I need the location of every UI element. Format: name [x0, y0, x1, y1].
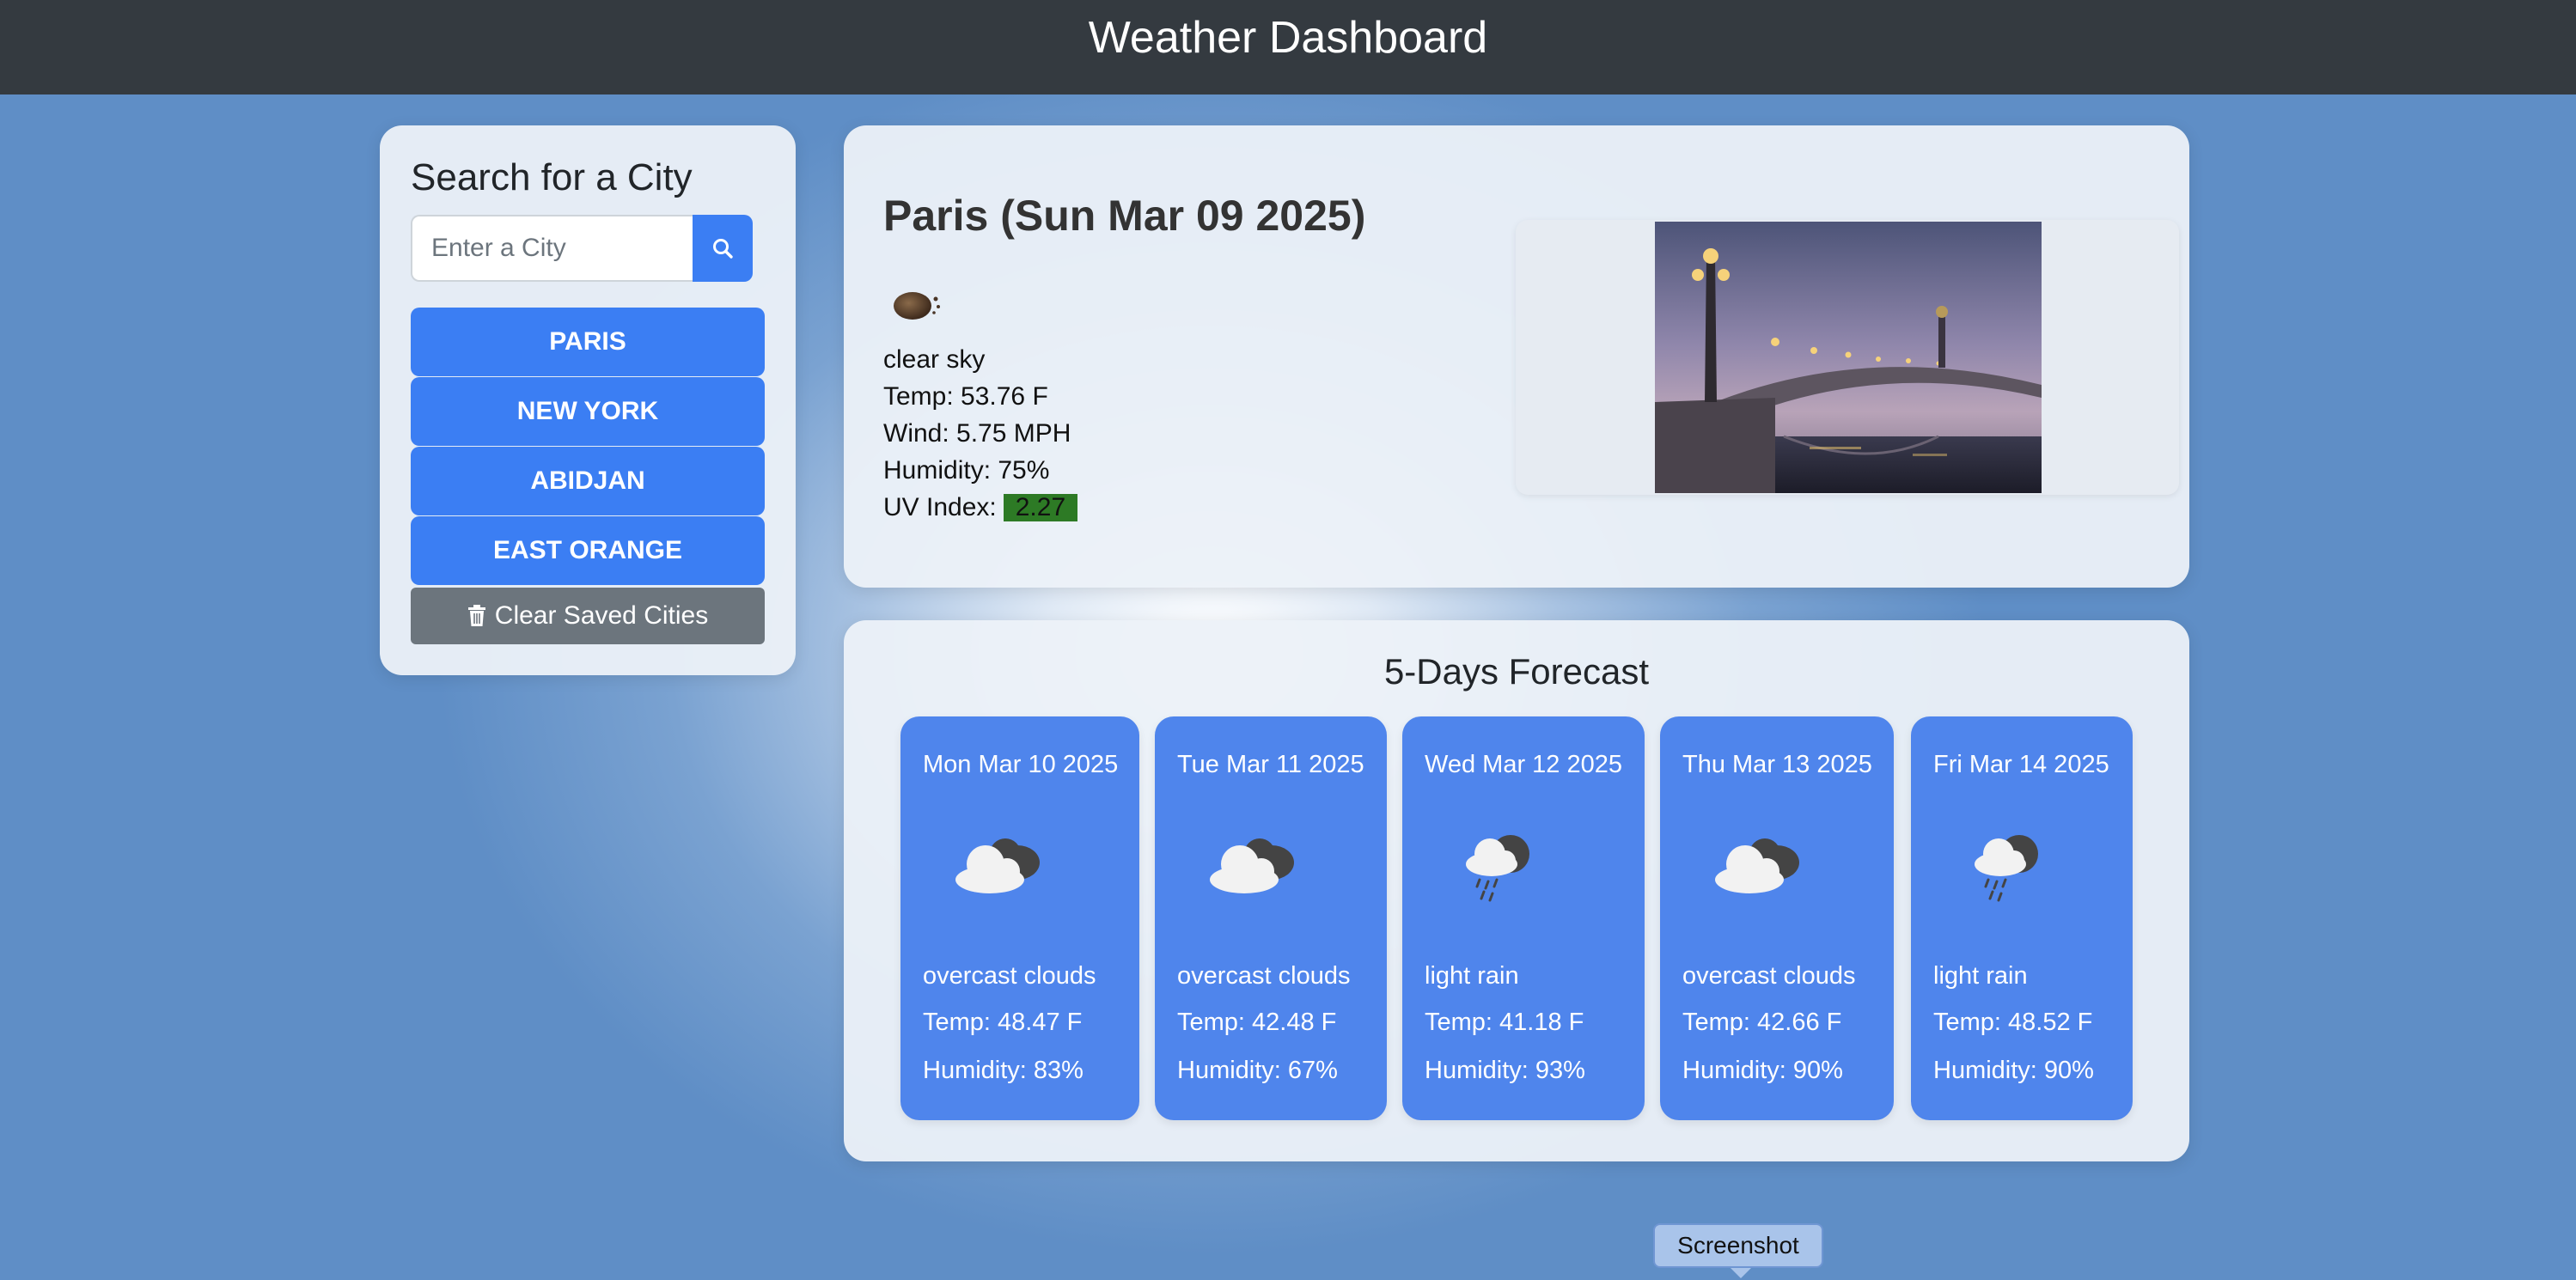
- light-rain-icon: [1975, 835, 2038, 902]
- forecast-temp: Temp: 48.52 F: [1933, 1009, 2093, 1036]
- forecast-humidity: Humidity: 67%: [1177, 1057, 1338, 1084]
- forecast-day-card: Mon Mar 10 2025 overcast clouds Temp: 48…: [900, 716, 1139, 1120]
- overcast-clouds-icon: [955, 838, 1040, 893]
- forecast-day-card: Wed Mar 12 2025 light rain Temp: 41.18 F…: [1402, 716, 1645, 1120]
- current-uv-row: UV Index: 2.27: [883, 493, 1078, 522]
- city-search-input[interactable]: [411, 215, 693, 282]
- uv-index-badge: 2.27: [1003, 494, 1078, 521]
- clear-saved-cities-label: Clear Saved Cities: [494, 601, 709, 630]
- forecast-description: light rain: [1425, 962, 1519, 990]
- forecast-heading: 5-Days Forecast: [1383, 651, 1650, 692]
- saved-city-button-paris[interactable]: PARIS: [411, 308, 765, 376]
- current-wind: Wind: 5.75 MPH: [883, 419, 1071, 448]
- forecast-day-card: Thu Mar 13 2025 overcast clouds Temp: 42…: [1660, 716, 1894, 1120]
- forecast-date: Thu Mar 13 2025: [1682, 751, 1872, 778]
- current-humidity: Humidity: 75%: [883, 456, 1050, 485]
- current-weather-panel: Paris (Sun Mar 09 2025) clear sky Temp: …: [844, 125, 2189, 588]
- light-rain-icon: [1466, 835, 1529, 902]
- current-city-title: Paris (Sun Mar 09 2025): [883, 192, 1366, 240]
- overcast-clouds-icon: [1210, 838, 1294, 893]
- clear-saved-cities-button[interactable]: Clear Saved Cities: [411, 588, 765, 644]
- trash-icon: [467, 605, 485, 626]
- forecast-panel: 5-Days Forecast Mon Mar 10 2025 overcast…: [844, 620, 2189, 1161]
- forecast-temp: Temp: 42.66 F: [1682, 1009, 1842, 1036]
- forecast-temp: Temp: 48.47 F: [923, 1009, 1083, 1036]
- forecast-humidity: Humidity: 90%: [1682, 1057, 1843, 1084]
- forecast-date: Tue Mar 11 2025: [1177, 751, 1364, 778]
- forecast-date: Fri Mar 14 2025: [1933, 751, 2109, 778]
- forecast-humidity: Humidity: 90%: [1933, 1057, 2094, 1084]
- clear-sky-icon: [894, 292, 940, 320]
- current-temp: Temp: 53.76 F: [883, 382, 1048, 411]
- city-photo: [1655, 222, 2042, 493]
- forecast-day-card: Tue Mar 11 2025 overcast clouds Temp: 42…: [1155, 716, 1387, 1120]
- forecast-humidity: Humidity: 93%: [1425, 1057, 1585, 1084]
- forecast-date: Mon Mar 10 2025: [923, 751, 1119, 778]
- current-description: clear sky: [883, 345, 986, 374]
- saved-city-button-abidjan[interactable]: ABIDJAN: [411, 447, 765, 515]
- forecast-description: overcast clouds: [1177, 962, 1351, 990]
- page-title: Weather Dashboard: [1088, 13, 1488, 63]
- saved-city-button-new-york[interactable]: NEW YORK: [411, 377, 765, 446]
- forecast-temp: Temp: 42.48 F: [1177, 1009, 1337, 1036]
- city-photo-frame: [1516, 220, 2179, 495]
- forecast-humidity: Humidity: 83%: [923, 1057, 1084, 1084]
- uv-label: UV Index:: [883, 493, 997, 521]
- forecast-day-card: Fri Mar 14 2025 light rain Temp: 48.52 F…: [1911, 716, 2133, 1120]
- search-heading: Search for a City: [411, 156, 693, 198]
- search-icon: [713, 239, 733, 259]
- search-button[interactable]: [693, 215, 753, 282]
- saved-city-button-east-orange[interactable]: EAST ORANGE: [411, 516, 765, 585]
- search-panel: Search for a City PARIS NEW YORK ABIDJAN…: [380, 125, 796, 675]
- forecast-description: overcast clouds: [923, 962, 1096, 990]
- forecast-description: overcast clouds: [1682, 962, 1856, 990]
- forecast-date: Wed Mar 12 2025: [1425, 751, 1622, 778]
- app-header: Weather Dashboard: [0, 0, 2576, 94]
- forecast-temp: Temp: 41.18 F: [1425, 1009, 1584, 1036]
- overcast-clouds-icon: [1715, 838, 1799, 893]
- forecast-description: light rain: [1933, 962, 2028, 990]
- screenshot-tooltip: Screenshot: [1653, 1223, 1823, 1278]
